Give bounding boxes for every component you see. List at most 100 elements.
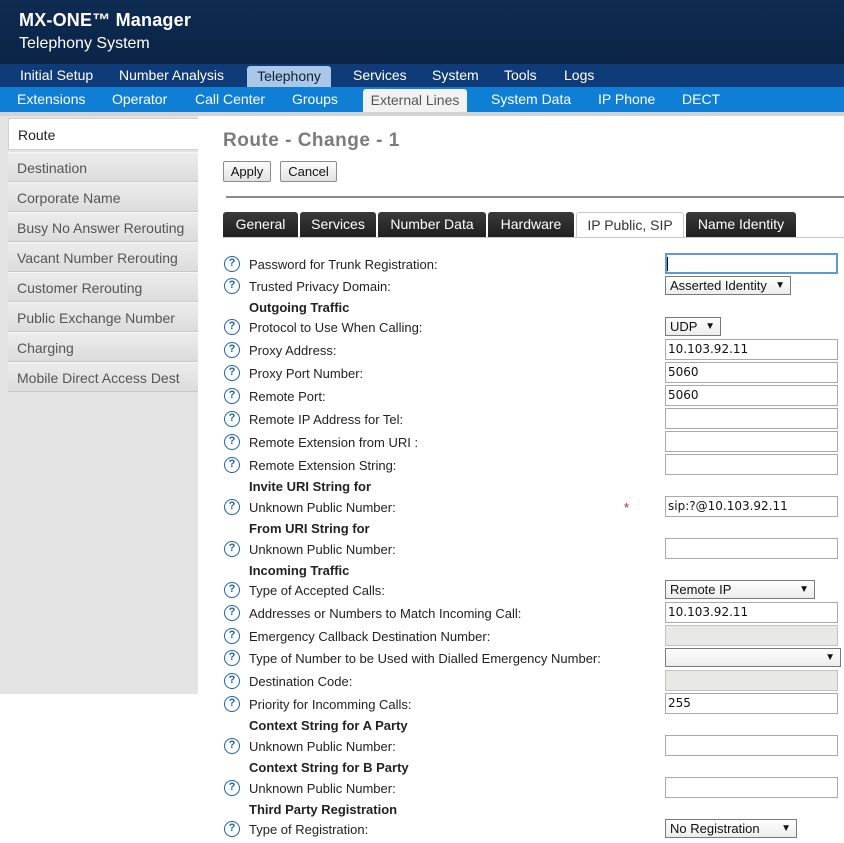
chevron-down-icon: ▼ (781, 823, 791, 834)
help-icon[interactable]: ? (224, 342, 240, 358)
help-icon[interactable]: ? (224, 319, 240, 335)
help-icon[interactable]: ? (224, 541, 240, 557)
nav-services[interactable]: Services (347, 64, 413, 87)
sidebar-item-mobile-direct-access-dest[interactable]: Mobile Direct Access Dest (8, 362, 198, 392)
tab-services[interactable]: Services (300, 212, 376, 237)
tab-hardware[interactable]: Hardware (488, 212, 574, 237)
help-icon[interactable]: ? (224, 499, 240, 515)
accepted-calls-label: Type of Accepted Calls: (249, 583, 385, 598)
subnav-extensions[interactable]: Extensions (11, 87, 91, 112)
help-icon[interactable]: ? (224, 628, 240, 644)
sidebar-item-busy-no-answer-rerouting[interactable]: Busy No Answer Rerouting (8, 212, 198, 242)
remote-ip-field[interactable] (665, 408, 838, 429)
nav-telephony[interactable]: Telephony (247, 66, 331, 87)
page-title: Route - Change - 1 (223, 130, 400, 151)
sidebar-item-route[interactable]: Route (8, 118, 198, 150)
from-unknown-label: Unknown Public Number: (249, 542, 396, 557)
tab-general[interactable]: General (223, 212, 298, 237)
subnav-operator[interactable]: Operator (106, 87, 173, 112)
help-icon[interactable]: ? (224, 738, 240, 754)
help-icon[interactable]: ? (224, 582, 240, 598)
cancel-button[interactable]: Cancel (280, 161, 337, 182)
brand-title: MX-ONE™ Manager (19, 10, 192, 30)
help-icon[interactable]: ? (224, 605, 240, 621)
remote-port-field[interactable]: 5060 (665, 385, 838, 406)
invite-uri-heading: Invite URI String for (249, 479, 372, 494)
context-b-label: Unknown Public Number: (249, 781, 396, 796)
help-icon[interactable]: ? (224, 434, 240, 450)
emergency-number-type-select[interactable]: ▼ (665, 648, 841, 667)
accepted-calls-value: Remote IP (670, 582, 732, 597)
tab-number-data[interactable]: Number Data (378, 212, 486, 237)
proxy-address-field[interactable]: 10.103.92.11 (665, 339, 838, 360)
help-icon[interactable]: ? (224, 821, 240, 837)
nav-tools[interactable]: Tools (498, 64, 543, 87)
nav-logs[interactable]: Logs (558, 64, 600, 87)
help-icon[interactable]: ? (224, 278, 240, 294)
primary-nav: Initial Setup Number Analysis Telephony … (0, 64, 844, 87)
sidebar-item-vacant-number-rerouting[interactable]: Vacant Number Rerouting (8, 242, 198, 272)
subnav-ip-phone[interactable]: IP Phone (592, 87, 661, 112)
sidebar-item-destination[interactable]: Destination (8, 152, 198, 182)
proxy-port-field[interactable]: 5060 (665, 362, 838, 383)
from-unknown-field[interactable] (665, 538, 838, 559)
invite-unknown-label: Unknown Public Number: (249, 500, 396, 515)
protocol-select[interactable]: UDP ▼ (665, 317, 721, 336)
help-icon[interactable]: ? (224, 256, 240, 272)
third-party-heading: Third Party Registration (249, 802, 398, 817)
remote-port-label: Remote Port: (249, 389, 326, 404)
apply-button[interactable]: Apply (223, 161, 271, 182)
help-icon[interactable]: ? (224, 780, 240, 796)
chevron-down-icon: ▼ (705, 321, 715, 332)
match-incoming-field[interactable]: 10.103.92.11 (665, 602, 838, 623)
sidebar-item-customer-rerouting[interactable]: Customer Rerouting (8, 272, 198, 302)
password-field[interactable] (665, 253, 838, 274)
subnav-external-lines[interactable]: External Lines (363, 89, 467, 112)
nav-initial-setup[interactable]: Initial Setup (14, 64, 99, 87)
priority-field[interactable]: 255 (665, 693, 838, 714)
help-icon[interactable]: ? (224, 365, 240, 381)
sidebar: Route Destination Corporate Name Busy No… (0, 116, 198, 694)
accepted-calls-select[interactable]: Remote IP ▼ (665, 580, 815, 599)
nav-system[interactable]: System (426, 64, 485, 87)
protocol-label: Protocol to Use When Calling: (249, 320, 423, 335)
priority-label: Priority for Incomming Calls: (249, 697, 412, 712)
context-a-field[interactable] (665, 735, 838, 756)
app-header: MX-ONE™ Manager Telephony System (0, 0, 844, 64)
tab-baseline (223, 237, 844, 238)
destination-code-field (665, 670, 838, 691)
registration-type-value: No Registration (670, 821, 760, 836)
required-indicator: * (624, 500, 630, 515)
secondary-nav: Extensions Operator Call Center Groups E… (0, 87, 844, 112)
subnav-groups[interactable]: Groups (286, 87, 344, 112)
sidebar-item-charging[interactable]: Charging (8, 332, 198, 362)
tab-name-identity[interactable]: Name Identity (686, 212, 796, 237)
help-icon[interactable]: ? (224, 411, 240, 427)
privacy-domain-select[interactable]: Asserted Identity ▼ (665, 276, 791, 295)
subnav-system-data[interactable]: System Data (485, 87, 577, 112)
help-icon[interactable]: ? (224, 457, 240, 473)
sidebar-item-corporate-name[interactable]: Corporate Name (8, 182, 198, 212)
invite-unknown-field[interactable]: sip:?@10.103.92.11 (665, 496, 838, 517)
registration-type-select[interactable]: No Registration ▼ (665, 819, 797, 838)
chevron-down-icon: ▼ (825, 652, 835, 663)
outgoing-traffic-heading: Outgoing Traffic (249, 300, 350, 315)
chevron-down-icon: ▼ (775, 280, 785, 291)
help-icon[interactable]: ? (224, 673, 240, 689)
remote-ext-uri-field[interactable] (665, 431, 838, 452)
match-incoming-label: Addresses or Numbers to Match Incoming C… (249, 606, 522, 621)
sidebar-item-public-exchange-number[interactable]: Public Exchange Number (8, 302, 198, 332)
subnav-dect[interactable]: DECT (676, 87, 726, 112)
help-icon[interactable]: ? (224, 650, 240, 666)
protocol-value: UDP (670, 319, 698, 334)
help-icon[interactable]: ? (224, 696, 240, 712)
proxy-port-label: Proxy Port Number: (249, 366, 364, 381)
remote-ext-string-field[interactable] (665, 454, 838, 475)
nav-number-analysis[interactable]: Number Analysis (113, 64, 230, 87)
help-icon[interactable]: ? (224, 388, 240, 404)
context-a-label: Unknown Public Number: (249, 739, 396, 754)
tab-ip-public-sip[interactable]: IP Public, SIP (576, 212, 684, 238)
subnav-call-center[interactable]: Call Center (189, 87, 271, 112)
context-b-heading: Context String for B Party (249, 760, 409, 775)
context-b-field[interactable] (665, 777, 838, 798)
